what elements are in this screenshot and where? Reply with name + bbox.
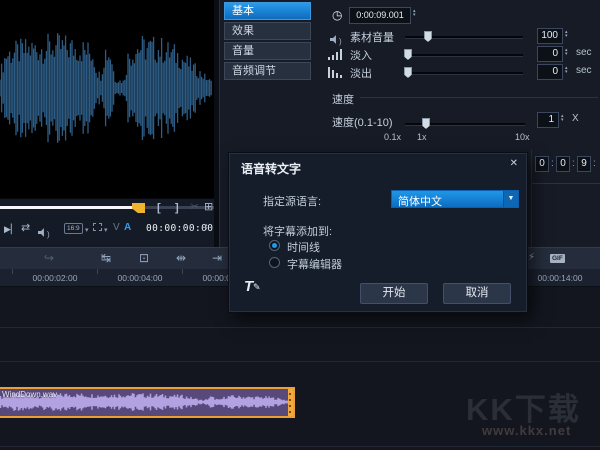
mark-in-button[interactable]: [ — [157, 202, 161, 214]
clip-volume-value[interactable]: 100 — [537, 28, 563, 44]
split-clip-icon[interactable]: ⇹ — [176, 251, 186, 265]
tab-basic[interactable]: 基本 — [224, 2, 311, 20]
clip-trim-handle[interactable] — [288, 389, 293, 416]
start-button[interactable]: 开始 — [360, 283, 428, 304]
range-digit-seconds[interactable]: 9 — [577, 156, 591, 172]
split-scissors-icon[interactable]: ✂ — [190, 201, 199, 213]
speed-mark-max: 10x — [515, 132, 530, 142]
speed-value[interactable]: 1 — [537, 112, 559, 128]
tab-volume[interactable]: 音量 — [224, 42, 311, 60]
range-separator: : — [593, 158, 596, 169]
clip-duration-field[interactable]: 0:00:09.001 — [349, 7, 411, 24]
ruler-label: 00:00:02:00 — [15, 273, 95, 283]
clip-volume-icon: ) — [330, 31, 342, 49]
audio-clip-winddown[interactable]: WindDown.wav — [0, 387, 295, 418]
overlay-a-toggle[interactable]: A — [124, 222, 131, 233]
gif-creator-icon[interactable]: GIF — [550, 254, 565, 263]
fade-in-spinner[interactable]: ▴▾ — [565, 48, 568, 56]
fade-in-label: 淡入 — [350, 47, 372, 63]
radio-timeline-label: 时间线 — [287, 239, 320, 255]
aspect-caret-icon[interactable]: ▾ — [85, 226, 89, 234]
fade-out-unit: sec — [576, 65, 592, 76]
fade-in-unit: sec — [576, 47, 592, 58]
watermark-url: www.kkx.net — [482, 423, 571, 438]
radio-subtitle-editor[interactable] — [269, 257, 280, 268]
next-frame-icon[interactable]: ▶▏ — [4, 223, 18, 235]
speech-to-text-dialog: 语音转文字 ✕ 指定源语言: 简体中文 ▼ 将字幕添加到: 时间线 字幕编辑器 … — [228, 152, 528, 313]
tab-audio-tuning[interactable]: 音频调节 — [224, 62, 311, 80]
fade-in-value[interactable]: 0 — [537, 46, 563, 62]
fade-out-value[interactable]: 0 — [537, 64, 563, 80]
range-separator: : — [551, 158, 554, 169]
dropdown-caret-icon[interactable]: ▼ — [503, 191, 518, 207]
tab-effects[interactable]: 效果 — [224, 22, 311, 40]
fade-out-slider[interactable] — [405, 67, 523, 78]
source-language-value: 简体中文 — [398, 193, 442, 209]
clock-icon: ◷ — [332, 8, 342, 22]
fade-in-icon — [328, 48, 343, 60]
grab-frame-icon[interactable]: ⊞ — [204, 201, 213, 213]
fade-in-slider[interactable] — [405, 49, 523, 60]
speaker-icon[interactable]: ) — [38, 224, 50, 242]
instant-project-icon[interactable]: ⚡ — [528, 251, 535, 265]
range-digit-minutes[interactable]: 0 — [556, 156, 570, 172]
insert-clip-icon[interactable]: ⇥ — [212, 251, 222, 265]
ruler-label: 00:00:04:00 — [100, 273, 180, 283]
clip-volume-label: 素材音量 — [350, 29, 394, 45]
trim-clip-icon[interactable]: ↹ — [101, 251, 111, 265]
repeat-icon[interactable]: ⇄ — [21, 222, 30, 234]
app-window: [ ] ✂ ⊞ ▶▏ ⇄ ) 16:9 ▾ ▾ V A 00:00:00:000… — [0, 0, 600, 450]
selection-tool-icon[interactable] — [93, 223, 102, 231]
aspect-ratio-select[interactable]: 16:9 — [64, 223, 83, 234]
redo-icon[interactable]: ↪ — [44, 251, 54, 265]
fade-out-icon — [328, 66, 343, 78]
dialog-title: 语音转文字 — [241, 160, 301, 177]
fade-out-label: 淡出 — [350, 65, 372, 81]
timecode-spinner[interactable]: ▴▾ — [205, 223, 208, 231]
ruler-label: 00:00:14:00 — [520, 273, 600, 283]
overlay-v-toggle[interactable]: V — [113, 222, 120, 233]
audio-waveform-preview — [0, 0, 214, 198]
clip-name-label: WindDown.wav — [2, 390, 57, 399]
fade-out-spinner[interactable]: ▴▾ — [565, 66, 568, 74]
range-separator: : — [572, 158, 575, 169]
radio-subtitle-editor-label: 字幕编辑器 — [287, 256, 342, 272]
scrubber-marker[interactable] — [132, 203, 145, 213]
clip-volume-spinner[interactable]: ▴▾ — [565, 30, 568, 38]
preview-monitor — [0, 0, 214, 198]
clip-volume-slider[interactable] — [405, 31, 523, 42]
radio-timeline[interactable] — [269, 240, 280, 251]
fit-project-icon[interactable]: ⊡ — [139, 251, 149, 265]
speed-spinner[interactable]: ▴▾ — [561, 114, 564, 122]
speed-mark-mid: 1x — [417, 132, 427, 142]
source-language-select[interactable]: 简体中文 ▼ — [391, 190, 519, 208]
speed-section-title: 速度 — [332, 91, 354, 107]
source-language-label: 指定源语言: — [263, 193, 321, 209]
playhead-timecode[interactable]: 00:00:00:000 — [146, 223, 219, 234]
speed-slider[interactable] — [405, 118, 525, 129]
speed-mark-min: 0.1x — [384, 132, 401, 142]
cancel-button[interactable]: 取消 — [443, 283, 511, 304]
mark-out-button[interactable]: ] — [175, 202, 179, 214]
subtitle-style-icon[interactable]: T✎ — [244, 278, 253, 295]
player-control-bar: [ ] ✂ ⊞ ▶▏ ⇄ ) 16:9 ▾ ▾ V A 00:00:00:000… — [0, 198, 214, 247]
speed-label: 速度(0.1-10) — [332, 114, 393, 130]
range-digit-hours[interactable]: 0 — [535, 156, 549, 172]
scrubber-progress — [0, 206, 134, 209]
duration-spinner[interactable]: ▴▾ — [413, 9, 416, 17]
selection-caret-icon[interactable]: ▾ — [104, 226, 108, 234]
speed-unit: X — [572, 113, 579, 124]
dialog-close-icon[interactable]: ✕ — [510, 158, 518, 169]
subtitle-target-label: 将字幕添加到: — [263, 223, 332, 239]
